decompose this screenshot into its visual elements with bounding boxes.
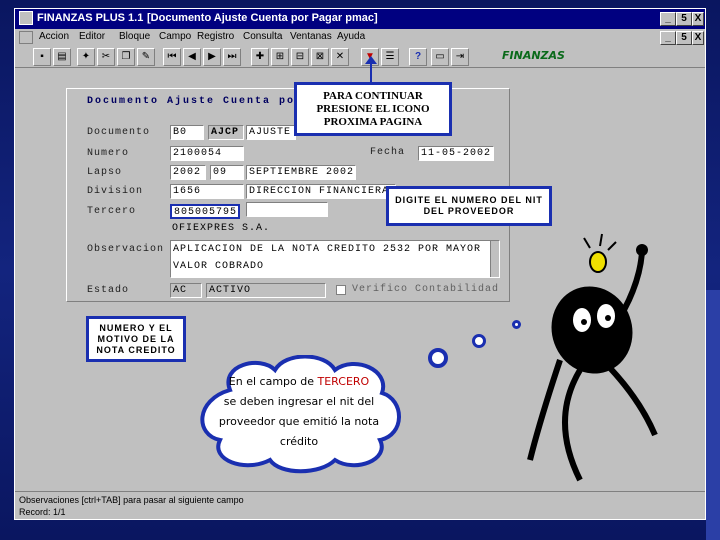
help-icon[interactable]: ? [409, 48, 427, 66]
label-documento: Documento [87, 127, 151, 138]
division-desc-field: DIRECCION FINANCIERA [246, 184, 396, 199]
finanzas-logo: FINANZAS [502, 49, 565, 62]
cloud-text-pre: En el campo de [228, 375, 318, 388]
fecha-field[interactable]: 11-05-2002 [418, 146, 494, 161]
print-icon[interactable]: ▤ [53, 48, 71, 66]
label-lapso: Lapso [87, 167, 123, 178]
edit-icon[interactable]: ✎ [137, 48, 155, 66]
execute-icon[interactable]: ⊠ [311, 48, 329, 66]
status-message: Observaciones [ctrl+TAB] para pasar al s… [19, 495, 244, 505]
verificado-checkbox[interactable] [336, 285, 346, 295]
observacion-line-1: APLICACION DE LA NOTA CREDITO 2532 POR M… [173, 244, 482, 255]
label-tercero: Tercero [87, 206, 137, 217]
stick-figure [527, 233, 658, 482]
cloud-text: En el campo de TERCERO se deben ingresar… [204, 372, 394, 452]
tercero-name-field: OFIEXPRES S.A. [170, 222, 326, 237]
cloud-text-post: se deben ingresar el nit del proveedor q… [218, 395, 380, 448]
record-indicator: Record: 1/1 [19, 507, 66, 517]
tercero-extra-field[interactable] [246, 202, 328, 217]
observacion-line-2: VALOR COBRADO [173, 261, 265, 272]
estado-desc-field: ACTIVO [206, 283, 326, 298]
documento-desc-field: AJUSTE [246, 125, 296, 140]
tercero-field[interactable]: 805005795 [170, 204, 240, 219]
callout-arrow-head [365, 56, 377, 64]
menu-ventanas[interactable]: Ventanas [290, 31, 332, 42]
observacion-field[interactable]: APLICACION DE LA NOTA CREDITO 2532 POR M… [170, 240, 500, 278]
maximize-button[interactable]: 5 [676, 12, 692, 26]
menu-ayuda[interactable]: Ayuda [337, 31, 365, 42]
numero-field[interactable]: 2100054 [170, 146, 244, 161]
window-subtitle: [Documento Ajuste Cuenta por Pagar pmac] [147, 12, 378, 24]
app-icon [19, 11, 33, 25]
search-icon[interactable]: ✦ [77, 48, 95, 66]
menu-bloque[interactable]: Bloque [119, 31, 150, 42]
cancel-icon[interactable]: ✕ [331, 48, 349, 66]
title-bar: FINANZAS PLUS 1.1 [Documento Ajuste Cuen… [15, 9, 705, 29]
observacion-scrollbar[interactable] [490, 241, 499, 277]
cut-icon[interactable]: ✂ [97, 48, 115, 66]
documento-type-field[interactable]: AJCP [208, 125, 244, 140]
first-record-icon[interactable]: ⏮ [163, 48, 181, 66]
copy-icon[interactable]: ❐ [117, 48, 135, 66]
insert-icon[interactable]: ✚ [251, 48, 269, 66]
menu-accion[interactable]: Accion [39, 31, 69, 42]
prev-record-icon[interactable]: ◀ [183, 48, 201, 66]
label-estado: Estado [87, 285, 130, 296]
doc-icon[interactable] [19, 31, 33, 44]
exit-icon[interactable]: ⇥ [451, 48, 469, 66]
toolbar: ▪ ▤ ✦ ✂ ❐ ✎ ⏮ ◀ ▶ ⏭ ✚ ⊞ ⊟ ⊠ ✕ ▼ ☰ ? ▭ ⇥ … [15, 46, 705, 68]
slide-stripe [706, 290, 720, 540]
estado-code-field[interactable]: AC [170, 283, 202, 298]
doc-close-button[interactable]: X [692, 31, 704, 45]
menu-bar: Accion Editor Bloque Campo Registro Cons… [15, 29, 705, 46]
label-observacion: Observacion [87, 244, 165, 255]
label-division: Division [87, 186, 144, 197]
menu-campo[interactable]: Campo [159, 31, 191, 42]
menu-consulta[interactable]: Consulta [243, 31, 282, 42]
callout-continuar: PARA CONTINUAR PRESIONE EL ICONO PROXIMA… [294, 82, 452, 136]
callout-motivo: NUMERO Y EL MOTIVO DE LA NOTA CREDITO [86, 316, 186, 362]
thought-bubble-2 [472, 334, 486, 348]
label-fecha: Fecha [370, 147, 406, 158]
thought-bubble-1 [428, 348, 448, 368]
list-icon[interactable]: ☰ [381, 48, 399, 66]
doc-maximize-button[interactable]: 5 [676, 31, 692, 45]
close-button[interactable]: X [692, 12, 704, 26]
doc-minimize-button[interactable]: _ [660, 31, 676, 45]
lightbulb-icon [589, 251, 607, 273]
menu-editor[interactable]: Editor [79, 31, 105, 42]
last-record-icon[interactable]: ⏭ [223, 48, 241, 66]
label-numero: Numero [87, 148, 130, 159]
verificado-label: Verifico Contabilidad [352, 284, 500, 295]
window-icon[interactable]: ▭ [431, 48, 449, 66]
cloud-text-highlight: TERCERO [317, 375, 370, 388]
menu-registro[interactable]: Registro [197, 31, 234, 42]
lapso-year-field[interactable]: 2002 [170, 165, 206, 180]
delete-icon[interactable]: ⊞ [271, 48, 289, 66]
minimize-button[interactable]: _ [660, 12, 676, 26]
lapso-desc-field: SEPTIEMBRE 2002 [246, 165, 356, 180]
form-title: Documento Ajuste Cuenta por Pa [87, 96, 328, 107]
save-icon[interactable]: ▪ [33, 48, 51, 66]
app-title: FINANZAS PLUS 1.1 [37, 12, 144, 24]
next-record-icon[interactable]: ▶ [203, 48, 221, 66]
lapso-month-field[interactable]: 09 [210, 165, 244, 180]
query-icon[interactable]: ⊟ [291, 48, 309, 66]
division-code-field[interactable]: 1656 [170, 184, 244, 199]
documento-code-field[interactable]: B0 [170, 125, 204, 140]
